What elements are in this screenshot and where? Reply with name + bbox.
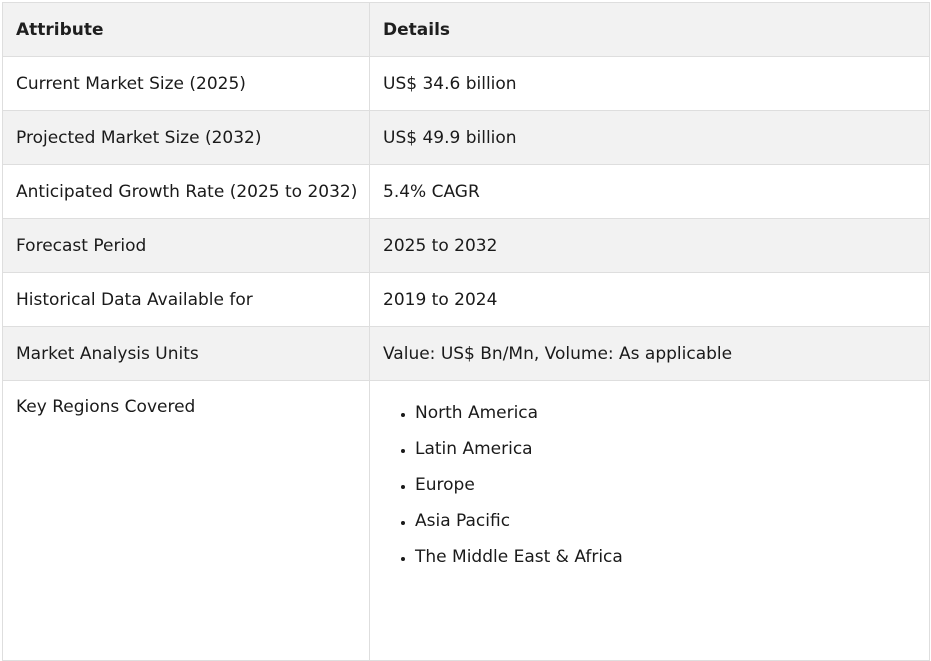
table-header-row: Attribute Details [2,2,930,57]
row-attribute: Current Market Size (2025) [2,56,370,111]
regions-list: North America Latin America Europe Asia … [398,399,929,579]
row-details: US$ 49.9 billion [369,110,930,165]
table-row-regions: Key Regions Covered North America Latin … [2,380,930,661]
list-item: Asia Pacific [415,507,929,543]
regions-list-cell: North America Latin America Europe Asia … [369,380,930,661]
table-row: Historical Data Available for 2019 to 20… [2,272,930,327]
table-row: Market Analysis Units Value: US$ Bn/Mn, … [2,326,930,381]
row-attribute: Key Regions Covered [2,380,370,661]
table-row: Current Market Size (2025) US$ 34.6 bill… [2,56,930,111]
header-details: Details [369,2,930,57]
row-details: 2025 to 2032 [369,218,930,273]
row-details: 5.4% CAGR [369,164,930,219]
header-attribute: Attribute [2,2,370,57]
row-attribute: Projected Market Size (2032) [2,110,370,165]
list-item: Europe [415,471,929,507]
list-item: The Middle East & Africa [415,543,929,579]
list-item: Latin America [415,435,929,471]
table-row: Projected Market Size (2032) US$ 49.9 bi… [2,110,930,165]
row-attribute: Historical Data Available for [2,272,370,327]
list-item: North America [415,399,929,435]
table-row: Forecast Period 2025 to 2032 [2,218,930,273]
row-attribute: Market Analysis Units [2,326,370,381]
table-row: Anticipated Growth Rate (2025 to 2032) 5… [2,164,930,219]
row-attribute: Anticipated Growth Rate (2025 to 2032) [2,164,370,219]
row-details: Value: US$ Bn/Mn, Volume: As applicable [369,326,930,381]
market-attributes-table: Attribute Details Current Market Size (2… [2,2,930,661]
market-attributes-table-container: Attribute Details Current Market Size (2… [2,2,930,661]
row-details: 2019 to 2024 [369,272,930,327]
row-attribute: Forecast Period [2,218,370,273]
row-details: US$ 34.6 billion [369,56,930,111]
